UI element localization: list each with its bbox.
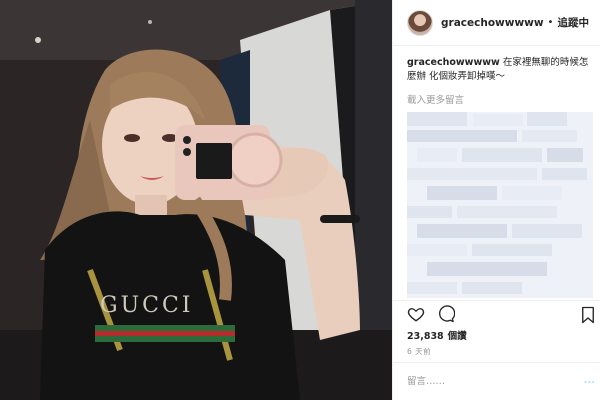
post-header: gracechowwwww • 追蹤中 [393, 0, 600, 46]
header-username[interactable]: gracechowwwww [441, 17, 544, 29]
likes-label: 個讚 [447, 331, 467, 342]
likes-number: 23,838 [407, 331, 444, 342]
bookmark-icon[interactable] [579, 306, 597, 324]
post-caption: gracechowwwww 在家裡無聊的時候怎麼辦 化個妝弄卸掉嘆～ [393, 46, 600, 84]
post-timestamp[interactable]: 6 天前 [407, 346, 431, 357]
heart-icon[interactable] [407, 305, 425, 323]
comment-icon[interactable] [437, 304, 456, 323]
comment-bar: ... [393, 362, 600, 400]
post-actions-bar [393, 300, 600, 326]
pixelated-comments [407, 112, 593, 298]
header-separator: • [547, 17, 554, 28]
avatar[interactable] [407, 9, 433, 36]
pixelation-mosaic [407, 112, 587, 294]
post-comment-button[interactable]: ... [584, 375, 595, 386]
caption-username[interactable]: gracechowwwww [407, 57, 500, 68]
comment-input[interactable] [407, 376, 577, 387]
likes-count[interactable]: 23,838 個讚 [407, 328, 471, 342]
selfie-photo-illustration: GUCCI [0, 0, 392, 400]
post-side-panel: gracechowwwww • 追蹤中 gracechowwwww 在家裡無聊的… [392, 0, 600, 400]
load-more-comments-link[interactable]: 載入更多留言 [393, 84, 600, 106]
svg-text:GUCCI: GUCCI [100, 293, 193, 318]
post-photo[interactable]: GUCCI [0, 0, 392, 400]
following-button[interactable]: 追蹤中 [557, 15, 589, 30]
